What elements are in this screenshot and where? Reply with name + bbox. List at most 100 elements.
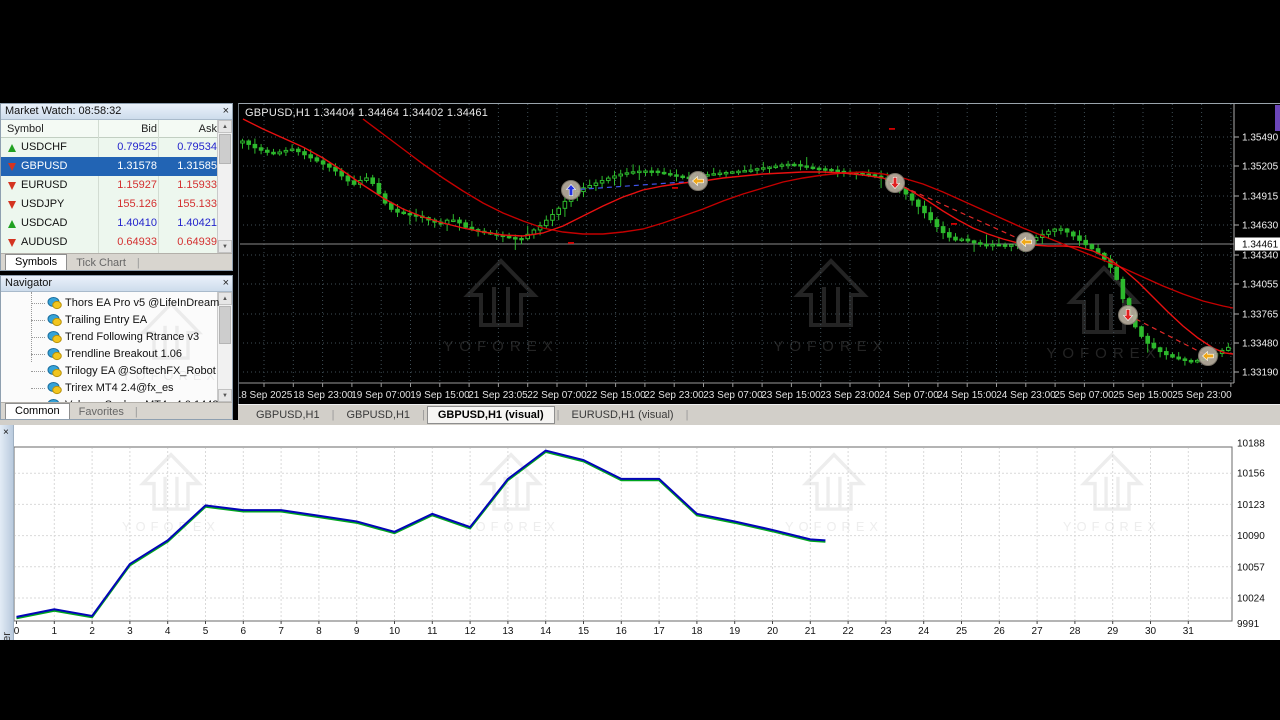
navigator-titlebar: Navigator × — [1, 276, 232, 292]
table-row[interactable]: USDJPY155.126155.133 — [1, 195, 217, 214]
column-symbol[interactable]: Symbol — [7, 123, 44, 135]
x-axis-label: 1 — [52, 626, 58, 637]
table-row[interactable]: USDCHF0.795250.79534 — [1, 138, 217, 157]
svg-text:YOFOREX: YOFOREX — [785, 519, 883, 534]
navigator-title: Navigator — [5, 277, 52, 289]
price-axis-label: 1.33190 — [1242, 368, 1279, 379]
expert-advisor-icon — [47, 348, 62, 361]
x-axis-label: 7 — [278, 626, 284, 637]
balance-chart[interactable]: YOFOREXYOFOREXYOFOREXYOFOREX012345678910… — [0, 425, 1280, 640]
list-item[interactable]: Trirex MT4 2.4@fx_es — [1, 380, 232, 397]
column-ask[interactable]: Ask — [161, 123, 217, 135]
svg-text:YOFOREX: YOFOREX — [443, 338, 558, 355]
tab-tick-chart[interactable]: Tick Chart — [67, 256, 135, 270]
x-axis-label: 20 — [767, 626, 779, 637]
price-axis-label: 1.35205 — [1242, 162, 1279, 173]
arrow-up-icon — [8, 220, 16, 228]
trade-marker-buy[interactable] — [562, 181, 581, 200]
column-bid[interactable]: Bid — [101, 123, 157, 135]
trade-marker-sell[interactable] — [886, 174, 905, 193]
tab-common[interactable]: Common — [5, 403, 70, 419]
symbol-cell: USDJPY — [21, 198, 64, 210]
list-item[interactable]: Thors EA Pro v5 @LifeInDream — [1, 295, 232, 312]
market-watch-tabs: SymbolsTick Chart| — [1, 253, 232, 270]
time-axis-label: 25 Sep 23:00 — [1172, 390, 1232, 401]
x-axis-label: 13 — [502, 626, 514, 637]
x-axis-label: 6 — [241, 626, 247, 637]
close-icon[interactable]: × — [3, 427, 9, 438]
y-axis-label: 9991 — [1237, 619, 1260, 630]
list-item-label: Trend Following Rtrance v3 — [65, 331, 199, 343]
table-row[interactable]: AUDUSD0.649330.64939 — [1, 233, 217, 252]
x-axis-label: 19 — [729, 626, 741, 637]
ask-cell: 1.31585 — [161, 160, 217, 172]
time-axis-label: 18 Sep 23:00 — [293, 390, 353, 401]
list-item[interactable]: Trend Following Rtrance v3 — [1, 329, 232, 346]
x-axis-label: 29 — [1107, 626, 1119, 637]
tab-favorites[interactable]: Favorites — [70, 405, 133, 419]
list-item-label: Thors EA Pro v5 @LifeInDream — [65, 297, 219, 309]
stop-tick — [951, 223, 957, 225]
chart-tab[interactable]: GBPUSD,H1 (visual) — [427, 406, 555, 424]
trade-marker-close[interactable] — [1017, 233, 1036, 252]
ask-cell: 1.15933 — [161, 179, 217, 191]
time-axis-label: 23 Sep 15:00 — [761, 390, 821, 401]
table-row[interactable]: GBPUSD1.315781.31585 — [1, 157, 217, 176]
x-axis-label: 22 — [843, 626, 855, 637]
list-item[interactable]: Trailing Entry EA — [1, 312, 232, 329]
trade-marker-sell[interactable] — [1119, 306, 1138, 325]
market-watch-scrollbar[interactable]: ▲ ▼ — [217, 120, 232, 253]
tab-separator: | — [330, 408, 337, 422]
chart-window[interactable]: YOFOREX YOFOREX YOFOREX 18 Sep 202518 Sep 2… — [238, 103, 1280, 404]
time-axis-label: 18 Sep 2025 — [239, 390, 293, 401]
ask-cell: 0.79534 — [161, 141, 217, 153]
price-axis-label: 1.33765 — [1242, 310, 1279, 321]
trade-marker-close[interactable] — [689, 172, 708, 191]
y-axis-label: 10024 — [1237, 593, 1265, 604]
chart-tab[interactable]: GBPUSD,H1 — [246, 407, 330, 423]
price-axis-label: 1.34915 — [1242, 192, 1279, 203]
scroll-down-icon[interactable]: ▼ — [218, 240, 232, 253]
x-axis-label: 23 — [880, 626, 892, 637]
chart-tab[interactable]: GBPUSD,H1 — [336, 407, 420, 423]
chart-tab[interactable]: EURUSD,H1 (visual) — [561, 407, 683, 423]
svg-text:YOFOREX: YOFOREX — [773, 338, 888, 355]
svg-text:YOFOREX: YOFOREX — [1046, 345, 1161, 362]
close-icon[interactable]: × — [223, 276, 229, 291]
x-axis-label: 18 — [691, 626, 703, 637]
x-axis-label: 16 — [616, 626, 628, 637]
x-axis-label: 11 — [427, 626, 438, 637]
x-axis-label: 27 — [1032, 626, 1044, 637]
price-axis-label: 1.34340 — [1242, 251, 1279, 262]
tree-branch-line — [31, 388, 45, 389]
list-item[interactable]: Trilogy EA @SoftechFX_Robot — [1, 363, 232, 380]
time-axis-label: 22 Sep 07:00 — [527, 390, 587, 401]
price-chart[interactable]: YOFOREX YOFOREX YOFOREX 18 Sep 202518 Sep 2… — [239, 104, 1280, 405]
x-axis-label: 0 — [14, 626, 20, 637]
price-axis-label: 1.35490 — [1242, 133, 1279, 144]
table-row[interactable]: EURUSD1.159271.15933 — [1, 176, 217, 195]
scrollbar-thumb[interactable] — [219, 134, 231, 164]
tester-side-label[interactable]: Tester — [1, 592, 13, 640]
bid-cell: 155.126 — [101, 198, 157, 210]
x-axis-label: 3 — [127, 626, 133, 637]
tab-symbols[interactable]: Symbols — [5, 254, 67, 270]
bid-cell: 0.79525 — [101, 141, 157, 153]
time-axis-label: 19 Sep 15:00 — [410, 390, 470, 401]
tree-branch-line — [31, 371, 45, 372]
table-row[interactable]: USDCAD1.404101.40421 — [1, 214, 217, 233]
tab-separator: | — [555, 408, 562, 422]
time-axis-label: 25 Sep 07:00 — [1054, 390, 1114, 401]
close-icon[interactable]: × — [223, 104, 229, 119]
x-axis-label: 30 — [1145, 626, 1157, 637]
tab-separator: | — [135, 256, 142, 270]
trade-marker-close[interactable] — [1199, 347, 1218, 366]
tab-separator: | — [420, 408, 427, 422]
x-axis-label: 21 — [805, 626, 817, 637]
y-axis-label: 10188 — [1237, 439, 1265, 450]
scroll-up-icon[interactable]: ▲ — [218, 120, 232, 133]
list-item-label: Trirex MT4 2.4@fx_es — [65, 382, 174, 394]
list-item[interactable]: Trendline Breakout 1.06 — [1, 346, 232, 363]
expert-advisor-icon — [47, 314, 62, 327]
list-item-label: Trailing Entry EA — [65, 314, 147, 326]
